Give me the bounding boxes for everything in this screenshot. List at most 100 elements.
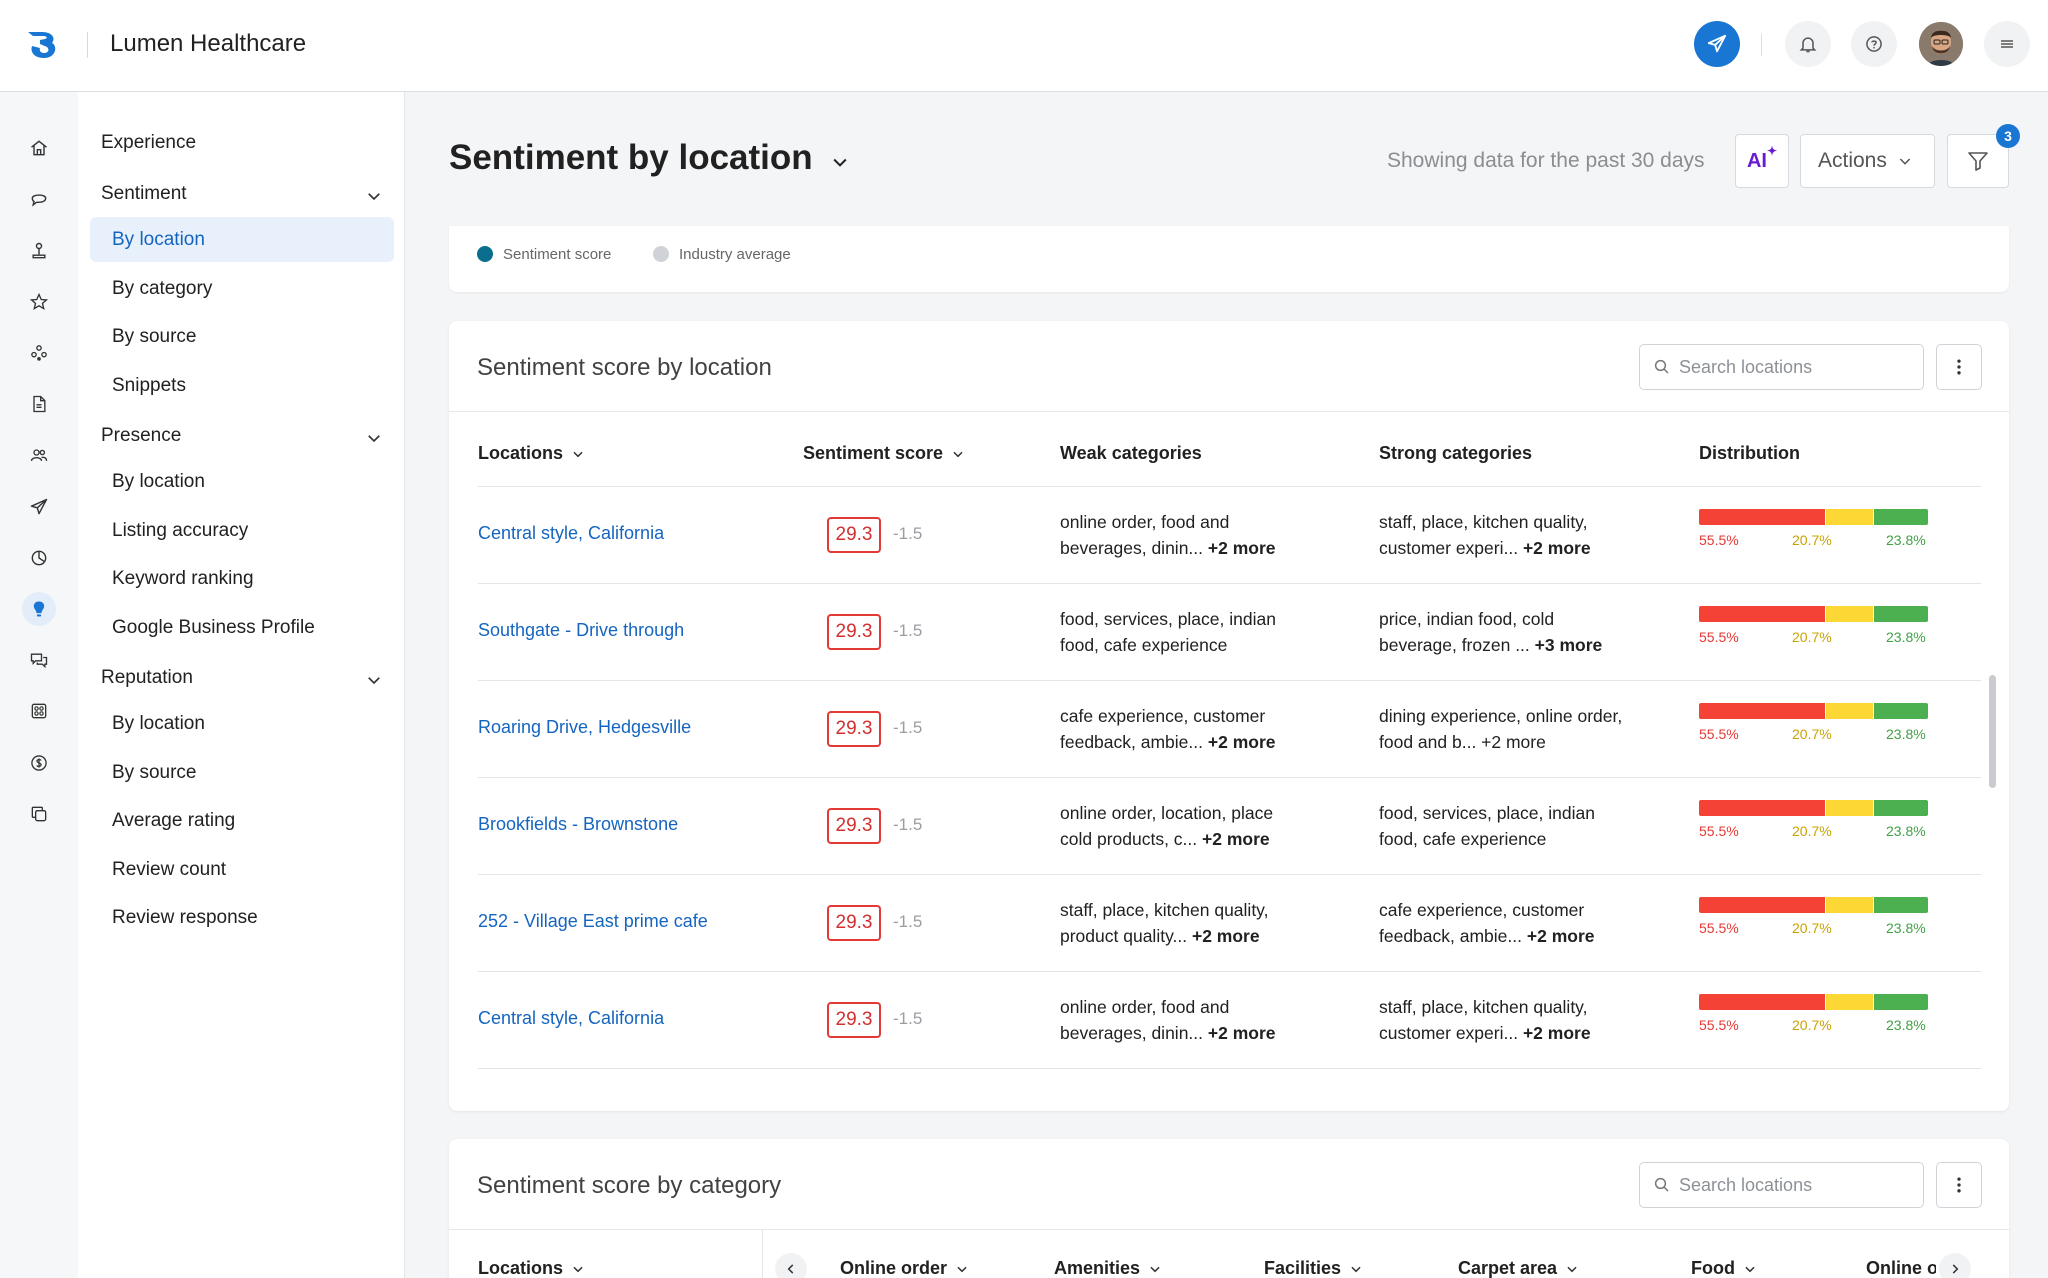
nav-sentiment-by-category[interactable]: By category: [112, 278, 212, 300]
column-header-online-order[interactable]: Online order: [840, 1258, 969, 1278]
search-locations-input[interactable]: [1679, 356, 1909, 378]
legend-dot-sentiment: [477, 246, 493, 262]
icon-rail: [0, 92, 78, 1278]
send-icon[interactable]: [22, 490, 56, 524]
table-row[interactable]: Central style, California 29.3 -1.5 online …: [478, 972, 1981, 1069]
strong-categories-cell: cafe experience, customer feedback, ambi…: [1379, 897, 1629, 949]
nav-reputation[interactable]: Reputation: [101, 667, 193, 689]
joystick-icon[interactable]: [22, 234, 56, 268]
positive-segment: [1873, 509, 1928, 525]
positive-percent-label: 23.8%: [1886, 532, 1926, 548]
location-link[interactable]: Central style, California: [478, 1008, 664, 1029]
weak-categories-more-link[interactable]: +2 more: [1208, 538, 1276, 558]
scroll-left-button[interactable]: [775, 1253, 807, 1278]
table-row[interactable]: 252 - Village East prime cafe 29.3 -1.5 sta…: [478, 875, 1981, 972]
nav-sentiment-by-source[interactable]: By source: [112, 326, 196, 348]
more-options-button[interactable]: [1936, 344, 1982, 390]
nav-reputation-review-response[interactable]: Review response: [112, 907, 258, 929]
copy-icon[interactable]: [22, 797, 56, 831]
nav-experience[interactable]: Experience: [101, 132, 196, 154]
neutral-segment: [1826, 509, 1873, 525]
table-row[interactable]: Central style, California 29.3 -1.5 online …: [478, 487, 1981, 584]
grid-icon[interactable]: [22, 694, 56, 728]
score-delta: -1.5: [893, 1009, 923, 1028]
table-row[interactable]: Brookfields - Brownstone 29.3 -1.5 online o…: [478, 778, 1981, 875]
table-row[interactable]: Southgate - Drive through 29.3 -1.5 food, s…: [478, 584, 1981, 681]
ai-button[interactable]: AI ✦: [1735, 134, 1789, 188]
pie-chart-icon[interactable]: [22, 541, 56, 575]
location-link[interactable]: Southgate - Drive through: [478, 620, 684, 641]
strong-categories-more-link[interactable]: +2 more: [1523, 1023, 1591, 1043]
location-link[interactable]: Central style, California: [478, 523, 664, 544]
chevron-down-icon[interactable]: [365, 187, 383, 205]
nav-presence-by-location[interactable]: By location: [112, 471, 205, 493]
weak-categories-more-link[interactable]: +2 more: [1208, 1023, 1276, 1043]
nav-reputation-review-count[interactable]: Review count: [112, 859, 226, 881]
avatar[interactable]: [1919, 22, 1963, 66]
column-header-facilities[interactable]: Facilities: [1264, 1258, 1363, 1278]
star-icon[interactable]: [22, 285, 56, 319]
column-header-online-order-2[interactable]: Online o: [1866, 1258, 1936, 1278]
distribution-bar: 55.5% 20.7% 23.8%: [1699, 703, 1928, 746]
dollar-icon[interactable]: [22, 746, 56, 780]
nav-presence[interactable]: Presence: [101, 425, 181, 447]
lightbulb-icon[interactable]: [22, 592, 56, 626]
brand-divider: [87, 32, 88, 58]
chat-bubble-icon[interactable]: [22, 182, 56, 216]
chevron-down-icon[interactable]: [365, 429, 383, 447]
search-locations-box[interactable]: [1639, 344, 1924, 390]
send-icon[interactable]: [1694, 21, 1740, 67]
chevron-down-icon[interactable]: [830, 152, 850, 172]
nav-presence-listing-accuracy[interactable]: Listing accuracy: [112, 520, 248, 542]
nav-reputation-by-source[interactable]: By source: [112, 762, 196, 784]
strong-categories-more-link[interactable]: +2 more: [1523, 538, 1591, 558]
more-options-button[interactable]: [1936, 1162, 1982, 1208]
nav-presence-google-business-profile[interactable]: Google Business Profile: [112, 617, 315, 639]
weak-categories-more-link[interactable]: +2 more: [1202, 829, 1270, 849]
negative-percent-label: 55.5%: [1699, 823, 1739, 839]
nav-sentiment-by-location[interactable]: By location: [112, 229, 205, 251]
column-header-locations[interactable]: Locations: [478, 443, 585, 464]
column-header-carpet-area[interactable]: Carpet area: [1458, 1258, 1579, 1278]
search-locations-input[interactable]: [1679, 1174, 1909, 1196]
document-icon[interactable]: [22, 387, 56, 421]
home-icon[interactable]: [22, 131, 56, 165]
score-delta: -1.5: [893, 524, 923, 543]
score-delta: -1.5: [893, 621, 923, 640]
table-row[interactable]: Roaring Drive, Hedgesville 29.3 -1.5 cafe e…: [478, 681, 1981, 778]
nav-sentiment[interactable]: Sentiment: [101, 183, 187, 205]
search-locations-box[interactable]: [1639, 1162, 1924, 1208]
bell-icon[interactable]: [1785, 21, 1831, 67]
column-header-locations[interactable]: Locations: [478, 1258, 585, 1278]
menu-icon[interactable]: [1984, 21, 2030, 67]
strong-categories-more-link[interactable]: +3 more: [1535, 635, 1603, 655]
column-header-sentiment-score[interactable]: Sentiment score: [803, 443, 965, 464]
negative-segment: [1699, 994, 1825, 1010]
scrollbar-thumb[interactable]: [1989, 675, 1996, 788]
brand-logo[interactable]: [22, 22, 64, 64]
nav-reputation-by-location[interactable]: By location: [112, 713, 205, 735]
location-link[interactable]: Roaring Drive, Hedgesville: [478, 717, 691, 738]
scroll-right-button[interactable]: [1939, 1253, 1971, 1278]
location-link[interactable]: Brookfields - Brownstone: [478, 814, 678, 835]
neutral-percent-label: 20.7%: [1792, 629, 1832, 645]
help-icon[interactable]: [1851, 21, 1897, 67]
column-header-amenities[interactable]: Amenities: [1054, 1258, 1162, 1278]
nav-sentiment-snippets[interactable]: Snippets: [112, 375, 186, 397]
page-title: Sentiment by location: [449, 138, 813, 177]
strong-categories-more-link[interactable]: +2 more: [1527, 926, 1595, 946]
weak-categories-more-link[interactable]: +2 more: [1208, 732, 1276, 752]
location-link[interactable]: 252 - Village East prime cafe: [478, 911, 708, 932]
messages-icon[interactable]: [22, 643, 56, 677]
weak-categories-cell: online order, location, place cold produ…: [1060, 800, 1310, 852]
chevron-down-icon: [1567, 1266, 1577, 1272]
chevron-down-icon[interactable]: [365, 671, 383, 689]
nav-reputation-average-rating[interactable]: Average rating: [112, 810, 235, 832]
column-header-food[interactable]: Food: [1691, 1258, 1757, 1278]
weak-categories-more-link[interactable]: +2 more: [1192, 926, 1260, 946]
actions-button[interactable]: Actions: [1800, 134, 1935, 188]
weak-categories-text: online order, food and beverages, dinin.…: [1060, 512, 1230, 558]
nav-presence-keyword-ranking[interactable]: Keyword ranking: [112, 568, 254, 590]
people-icon[interactable]: [22, 438, 56, 472]
network-icon[interactable]: [22, 336, 56, 370]
